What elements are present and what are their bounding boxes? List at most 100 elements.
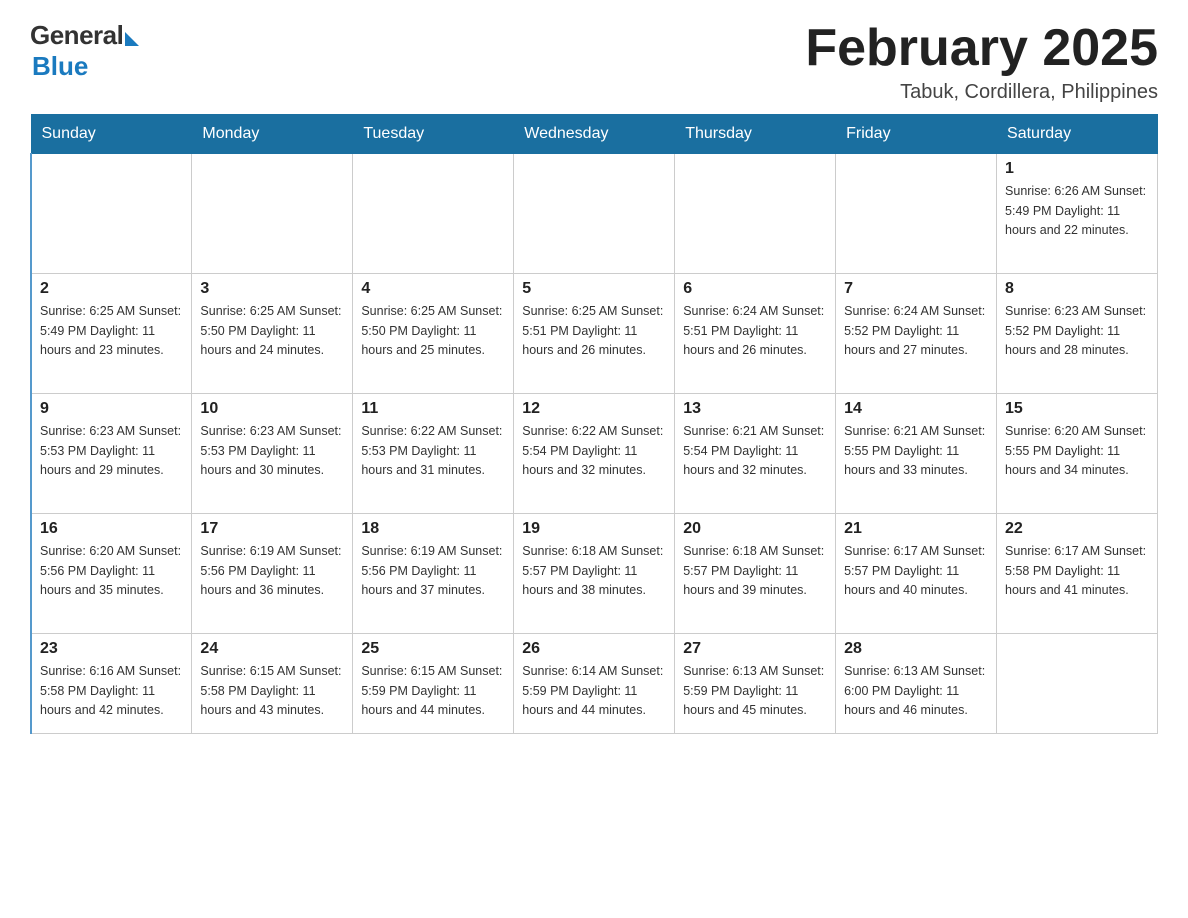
calendar-week-row: 9Sunrise: 6:23 AM Sunset: 5:53 PM Daylig… [31,394,1158,514]
day-number: 12 [522,400,666,418]
header-cell-thursday: Thursday [675,115,836,154]
day-number: 24 [200,640,344,658]
day-number: 22 [1005,520,1149,538]
day-number: 10 [200,400,344,418]
calendar-cell: 11Sunrise: 6:22 AM Sunset: 5:53 PM Dayli… [353,394,514,514]
calendar-cell: 16Sunrise: 6:20 AM Sunset: 5:56 PM Dayli… [31,514,192,634]
day-info: Sunrise: 6:19 AM Sunset: 5:56 PM Dayligh… [200,542,344,600]
day-info: Sunrise: 6:15 AM Sunset: 5:58 PM Dayligh… [200,662,344,720]
calendar-cell: 21 Sunrise: 6:17 AM Sunset: 5:57 PM Dayli… [836,514,997,634]
day-info: Sunrise: 6:21 AM Sunset: 5:55 PM Dayligh… [844,422,988,480]
day-info: Sunrise: 6:22 AM Sunset: 5:54 PM Dayligh… [522,422,666,480]
day-info: Sunrise: 6:23 AM Sunset: 5:52 PM Dayligh… [1005,302,1149,360]
day-number: 15 [1005,400,1149,418]
calendar-cell: 26 Sunrise: 6:14 AM Sunset: 5:59 PM Dayli… [514,634,675,734]
day-number: 1 [1005,160,1149,178]
calendar-cell: 14 Sunrise: 6:21 AM Sunset: 5:55 PM Dayli… [836,394,997,514]
calendar-cell: 28 Sunrise: 6:13 AM Sunset: 6:00 PM Dayli… [836,634,997,734]
day-info: Sunrise: 6:16 AM Sunset: 5:58 PM Dayligh… [40,662,183,720]
calendar-cell: 25Sunrise: 6:15 AM Sunset: 5:59 PM Dayli… [353,634,514,734]
day-number: 2 [40,280,183,298]
day-info: Sunrise: 6:17 AM Sunset: 5:57 PM Dayligh… [844,542,988,600]
calendar-body: 1 Sunrise: 6:26 AM Sunset: 5:49 PM Daylig… [31,154,1158,734]
day-number: 20 [683,520,827,538]
calendar-cell: 20 Sunrise: 6:18 AM Sunset: 5:57 PM Dayli… [675,514,836,634]
day-number: 7 [844,280,988,298]
header-cell-wednesday: Wednesday [514,115,675,154]
day-info: Sunrise: 6:13 AM Sunset: 5:59 PM Dayligh… [683,662,827,720]
calendar-cell: 1 Sunrise: 6:26 AM Sunset: 5:49 PM Daylig… [997,154,1158,274]
day-info: Sunrise: 6:15 AM Sunset: 5:59 PM Dayligh… [361,662,505,720]
day-number: 28 [844,640,988,658]
day-info: Sunrise: 6:18 AM Sunset: 5:57 PM Dayligh… [522,542,666,600]
day-info: Sunrise: 6:25 AM Sunset: 5:51 PM Dayligh… [522,302,666,360]
page-header: General Blue February 2025 Tabuk, Cordil… [30,20,1158,104]
header-cell-sunday: Sunday [31,115,192,154]
logo: General Blue [30,20,139,82]
day-number: 5 [522,280,666,298]
calendar-cell [31,154,192,274]
month-title: February 2025 [805,20,1158,77]
calendar-cell: 24 Sunrise: 6:15 AM Sunset: 5:58 PM Dayli… [192,634,353,734]
calendar-cell: 8Sunrise: 6:23 AM Sunset: 5:52 PM Daylig… [997,274,1158,394]
calendar-cell: 10 Sunrise: 6:23 AM Sunset: 5:53 PM Dayli… [192,394,353,514]
calendar-cell: 23 Sunrise: 6:16 AM Sunset: 5:58 PM Dayli… [31,634,192,734]
day-number: 23 [40,640,183,658]
location-title: Tabuk, Cordillera, Philippines [805,81,1158,104]
day-number: 27 [683,640,827,658]
day-number: 21 [844,520,988,538]
calendar-cell: 19 Sunrise: 6:18 AM Sunset: 5:57 PM Dayli… [514,514,675,634]
title-block: February 2025 Tabuk, Cordillera, Philipp… [805,20,1158,104]
day-number: 17 [200,520,344,538]
day-info: Sunrise: 6:26 AM Sunset: 5:49 PM Dayligh… [1005,182,1149,240]
day-info: Sunrise: 6:24 AM Sunset: 5:52 PM Dayligh… [844,302,988,360]
calendar-table: SundayMondayTuesdayWednesdayThursdayFrid… [30,114,1158,734]
calendar-cell [675,154,836,274]
day-info: Sunrise: 6:24 AM Sunset: 5:51 PM Dayligh… [683,302,827,360]
day-number: 11 [361,400,505,418]
calendar-cell: 15Sunrise: 6:20 AM Sunset: 5:55 PM Dayli… [997,394,1158,514]
calendar-cell [514,154,675,274]
day-number: 26 [522,640,666,658]
calendar-cell: 2 Sunrise: 6:25 AM Sunset: 5:49 PM Daylig… [31,274,192,394]
calendar-cell [192,154,353,274]
day-info: Sunrise: 6:18 AM Sunset: 5:57 PM Dayligh… [683,542,827,600]
day-number: 3 [200,280,344,298]
calendar-cell: 4Sunrise: 6:25 AM Sunset: 5:50 PM Daylig… [353,274,514,394]
calendar-cell: 6 Sunrise: 6:24 AM Sunset: 5:51 PM Daylig… [675,274,836,394]
logo-blue-text: Blue [32,51,88,82]
calendar-week-row: 1 Sunrise: 6:26 AM Sunset: 5:49 PM Daylig… [31,154,1158,274]
calendar-cell: 22 Sunrise: 6:17 AM Sunset: 5:58 PM Dayli… [997,514,1158,634]
calendar-cell: 27 Sunrise: 6:13 AM Sunset: 5:59 PM Dayli… [675,634,836,734]
calendar-cell: 3 Sunrise: 6:25 AM Sunset: 5:50 PM Daylig… [192,274,353,394]
calendar-cell: 17 Sunrise: 6:19 AM Sunset: 5:56 PM Dayli… [192,514,353,634]
logo-general-text: General [30,20,123,51]
day-number: 18 [361,520,505,538]
day-info: Sunrise: 6:25 AM Sunset: 5:50 PM Dayligh… [200,302,344,360]
calendar-cell: 18 Sunrise: 6:19 AM Sunset: 5:56 PM Dayli… [353,514,514,634]
calendar-cell: 7 Sunrise: 6:24 AM Sunset: 5:52 PM Daylig… [836,274,997,394]
day-number: 14 [844,400,988,418]
day-number: 6 [683,280,827,298]
header-cell-friday: Friday [836,115,997,154]
day-info: Sunrise: 6:14 AM Sunset: 5:59 PM Dayligh… [522,662,666,720]
calendar-week-row: 16Sunrise: 6:20 AM Sunset: 5:56 PM Dayli… [31,514,1158,634]
calendar-cell [836,154,997,274]
header-cell-saturday: Saturday [997,115,1158,154]
day-info: Sunrise: 6:25 AM Sunset: 5:50 PM Dayligh… [361,302,505,360]
day-info: Sunrise: 6:25 AM Sunset: 5:49 PM Dayligh… [40,302,183,360]
day-info: Sunrise: 6:23 AM Sunset: 5:53 PM Dayligh… [200,422,344,480]
day-info: Sunrise: 6:13 AM Sunset: 6:00 PM Dayligh… [844,662,988,720]
calendar-cell: 13Sunrise: 6:21 AM Sunset: 5:54 PM Dayli… [675,394,836,514]
day-info: Sunrise: 6:21 AM Sunset: 5:54 PM Dayligh… [683,422,827,480]
day-info: Sunrise: 6:17 AM Sunset: 5:58 PM Dayligh… [1005,542,1149,600]
calendar-week-row: 23 Sunrise: 6:16 AM Sunset: 5:58 PM Dayli… [31,634,1158,734]
calendar-cell: 12 Sunrise: 6:22 AM Sunset: 5:54 PM Dayli… [514,394,675,514]
day-info: Sunrise: 6:23 AM Sunset: 5:53 PM Dayligh… [40,422,183,480]
calendar-header: SundayMondayTuesdayWednesdayThursdayFrid… [31,115,1158,154]
day-info: Sunrise: 6:20 AM Sunset: 5:56 PM Dayligh… [40,542,183,600]
calendar-week-row: 2 Sunrise: 6:25 AM Sunset: 5:49 PM Daylig… [31,274,1158,394]
day-info: Sunrise: 6:19 AM Sunset: 5:56 PM Dayligh… [361,542,505,600]
day-number: 19 [522,520,666,538]
header-cell-monday: Monday [192,115,353,154]
